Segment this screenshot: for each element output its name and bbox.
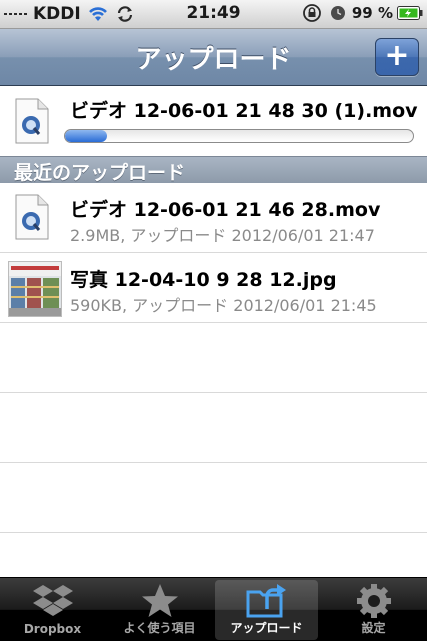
recent-uploads-header-label: 最近のアップロード xyxy=(14,162,186,184)
status-right: 99 % xyxy=(302,3,423,23)
add-upload-button[interactable]: + xyxy=(375,38,419,76)
empty-row xyxy=(0,463,427,533)
alarm-icon xyxy=(330,6,345,20)
quicktime-file-icon xyxy=(15,194,49,240)
list-item[interactable]: 写真 12-04-10 9 28 12.jpg 590KB, アップロード 20… xyxy=(0,253,427,323)
battery-icon xyxy=(397,6,423,20)
star-icon xyxy=(141,584,178,617)
tab-label: 設定 xyxy=(361,621,386,635)
tab-uploads[interactable]: アップロード xyxy=(215,580,318,640)
upload-progress-fill xyxy=(65,130,107,142)
list-item-detail: 2.9MB, アップロード 2012/06/01 21:47 xyxy=(70,226,375,245)
tab-dropbox[interactable]: Dropbox xyxy=(1,580,104,640)
list-item[interactable]: ビデオ 12-06-01 21 46 28.mov 2.9MB, アップロード … xyxy=(0,183,427,253)
page-title: アップロード xyxy=(135,45,292,75)
tab-label: よく使う項目 xyxy=(123,621,196,635)
upload-progress-bar xyxy=(64,129,414,143)
tab-bar: Dropbox よく使う項目 アップロード 設定 xyxy=(0,577,427,641)
empty-row xyxy=(0,323,427,393)
current-upload-filename: ビデオ 12-06-01 21 48 30 (1).mov xyxy=(70,100,418,122)
upload-icon xyxy=(246,584,286,618)
dropbox-icon xyxy=(32,585,73,616)
photo-thumbnail xyxy=(8,261,62,317)
list-item-title: ビデオ 12-06-01 21 46 28.mov xyxy=(70,199,381,221)
empty-row xyxy=(0,393,427,463)
gear-icon xyxy=(356,584,391,618)
list-item-detail: 590KB, アップロード 2012/06/01 21:45 xyxy=(70,296,377,315)
status-bar: KDDI 21:49 99 % xyxy=(0,0,427,29)
tab-settings[interactable]: 設定 xyxy=(322,580,425,640)
battery-percentage: 99 % xyxy=(351,4,393,22)
recent-uploads-header: 最近のアップロード xyxy=(0,156,427,184)
tab-favorites[interactable]: よく使う項目 xyxy=(108,580,211,640)
navigation-bar: アップロード + xyxy=(0,29,427,86)
current-upload-row[interactable]: ビデオ 12-06-01 21 48 30 (1).mov xyxy=(0,86,427,157)
rotation-lock-icon xyxy=(302,4,321,22)
list-item-title: 写真 12-04-10 9 28 12.jpg xyxy=(70,269,337,291)
tab-label: アップロード xyxy=(230,621,303,635)
tab-label: Dropbox xyxy=(23,622,82,636)
quicktime-file-icon xyxy=(15,98,49,144)
